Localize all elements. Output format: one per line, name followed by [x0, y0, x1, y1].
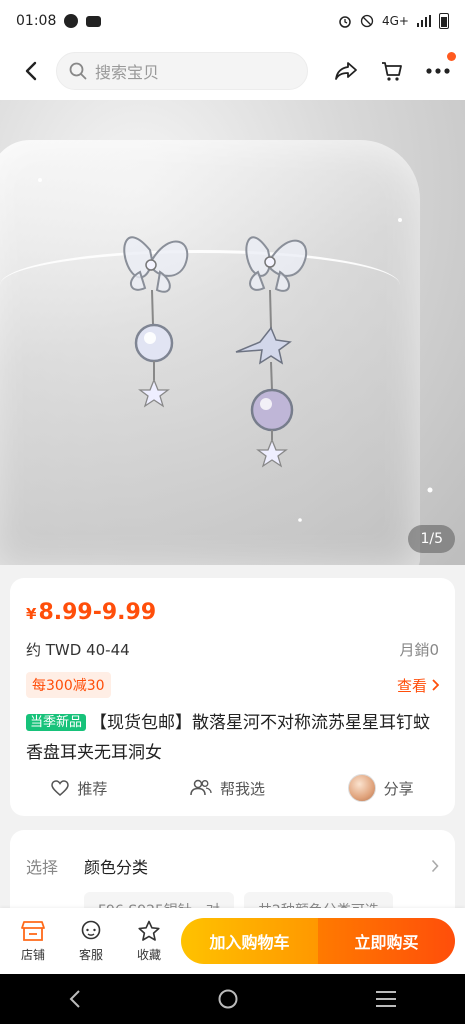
converted-price: 约 TWD 40-44: [26, 641, 130, 659]
chevron-left-icon: [25, 61, 37, 81]
customer-service-button[interactable]: 客服: [62, 920, 120, 963]
help-choose-button[interactable]: 帮我选: [190, 778, 265, 799]
season-badge: 当季新品: [26, 714, 87, 731]
back-button[interactable]: [14, 54, 48, 88]
monthly-sales: 月銷0: [399, 641, 439, 659]
store-label: 店铺: [20, 947, 45, 962]
cart-icon: [382, 62, 402, 81]
view-promo-link[interactable]: 查看: [397, 675, 439, 696]
star-icon: [138, 920, 160, 941]
system-back-icon[interactable]: [68, 989, 82, 1009]
chevron-right-icon: [432, 679, 439, 691]
messenger-icon: [64, 14, 79, 28]
system-home-icon[interactable]: [217, 988, 239, 1010]
favorite-label: 收藏: [136, 947, 161, 962]
promo-tag[interactable]: 每300减30: [26, 672, 111, 698]
share-friend-button[interactable]: 分享: [347, 774, 414, 802]
image-counter: 1/5: [408, 525, 455, 553]
product-title-block: 当季新品 【现货包邮】散落星河不对称流苏星星耳钉蚊香盘耳夹无耳洞女: [26, 708, 439, 768]
earrings-image: [38, 178, 433, 522]
battery-icon: [439, 13, 449, 29]
alarm-icon: [339, 16, 351, 28]
search-input[interactable]: 搜索宝贝: [56, 52, 308, 90]
help-choose-label: 帮我选: [219, 779, 265, 798]
more-button[interactable]: [423, 52, 456, 86]
service-label: 客服: [78, 947, 103, 962]
network-label: 4G+: [382, 14, 409, 28]
add-to-cart-button[interactable]: 加入购物车: [181, 918, 318, 964]
view-promo-label: 查看: [396, 676, 427, 695]
bottom-bar: 店铺 客服 收藏 加入购物车 立即购买: [0, 908, 465, 974]
signal-icon: [417, 15, 431, 27]
more-icon: [426, 68, 450, 74]
search-icon: [69, 62, 87, 80]
top-nav: 搜索宝贝: [0, 42, 465, 100]
mute-icon: [360, 14, 374, 28]
recommend-label: 推荐: [77, 779, 108, 798]
people-icon: [190, 779, 212, 796]
favorite-button[interactable]: 收藏: [120, 920, 178, 963]
chevron-right-icon: [431, 859, 439, 873]
product-image-carousel[interactable]: 1/5: [0, 100, 465, 565]
notification-dot: [447, 52, 456, 61]
store-button[interactable]: 店铺: [4, 920, 62, 963]
share-button[interactable]: [331, 56, 361, 86]
chat-icon: [81, 920, 101, 939]
system-recents-icon[interactable]: [375, 990, 397, 1008]
product-title: 【现货包邮】散落星河不对称流苏星星耳钉蚊香盘耳夹无耳洞女: [26, 713, 431, 763]
youtube-icon: [86, 15, 102, 27]
avatar: [347, 774, 376, 802]
price-card: ¥ 8.99-9.99 约 TWD 40-44 月銷0 每300减30 查看 当…: [10, 578, 455, 816]
options-label: 选择: [26, 858, 59, 877]
buy-now-button[interactable]: 立即购买: [318, 918, 455, 964]
price-range: 8.99-9.99: [38, 600, 157, 625]
options-value: 颜色分类: [84, 858, 149, 877]
store-icon: [21, 920, 45, 941]
price-currency: ¥: [26, 605, 37, 623]
system-nav-bar: [0, 974, 465, 1024]
share-label: 分享: [383, 779, 414, 798]
heart-icon: [51, 780, 70, 796]
cart-button[interactable]: [377, 56, 407, 86]
price-row: ¥ 8.99-9.99: [26, 600, 439, 625]
status-time: 01:08: [16, 13, 57, 29]
search-placeholder: 搜索宝贝: [95, 63, 160, 82]
status-bar: 01:08 4G+: [0, 0, 465, 42]
recommend-button[interactable]: 推荐: [51, 778, 107, 799]
share-icon: [335, 62, 357, 80]
